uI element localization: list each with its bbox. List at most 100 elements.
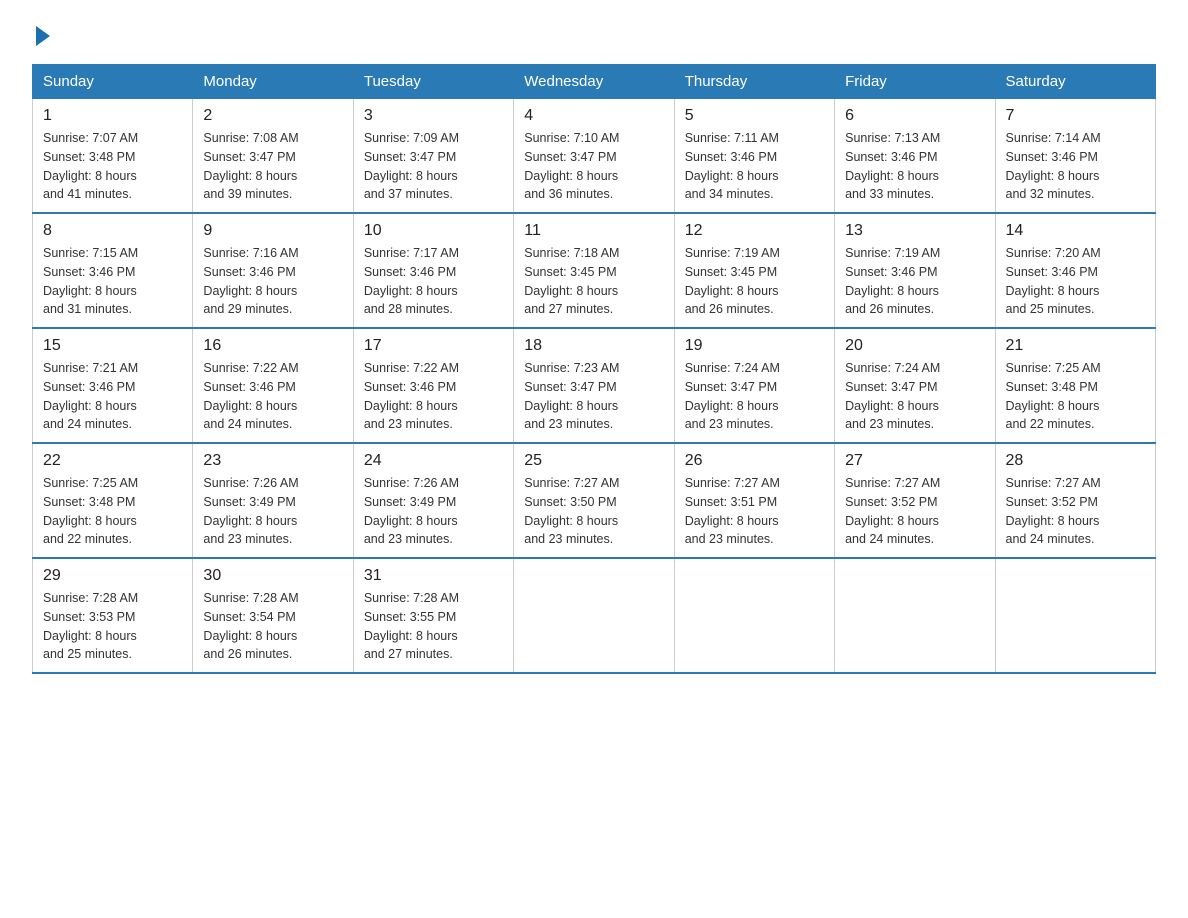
day-number: 26	[685, 452, 824, 470]
calendar-cell: 10 Sunrise: 7:17 AMSunset: 3:46 PMDaylig…	[353, 213, 513, 328]
day-info: Sunrise: 7:15 AMSunset: 3:46 PMDaylight:…	[43, 246, 138, 316]
day-number: 17	[364, 337, 503, 355]
day-number: 30	[203, 567, 342, 585]
calendar-cell: 29 Sunrise: 7:28 AMSunset: 3:53 PMDaylig…	[33, 558, 193, 673]
calendar-cell: 30 Sunrise: 7:28 AMSunset: 3:54 PMDaylig…	[193, 558, 353, 673]
day-info: Sunrise: 7:23 AMSunset: 3:47 PMDaylight:…	[524, 361, 619, 431]
day-info: Sunrise: 7:14 AMSunset: 3:46 PMDaylight:…	[1006, 131, 1101, 201]
calendar-cell: 25 Sunrise: 7:27 AMSunset: 3:50 PMDaylig…	[514, 443, 674, 558]
calendar-cell: 26 Sunrise: 7:27 AMSunset: 3:51 PMDaylig…	[674, 443, 834, 558]
calendar-cell: 20 Sunrise: 7:24 AMSunset: 3:47 PMDaylig…	[835, 328, 995, 443]
day-info: Sunrise: 7:10 AMSunset: 3:47 PMDaylight:…	[524, 131, 619, 201]
day-number: 20	[845, 337, 984, 355]
day-number: 6	[845, 107, 984, 125]
day-info: Sunrise: 7:13 AMSunset: 3:46 PMDaylight:…	[845, 131, 940, 201]
day-info: Sunrise: 7:21 AMSunset: 3:46 PMDaylight:…	[43, 361, 138, 431]
day-number: 29	[43, 567, 182, 585]
calendar-cell	[835, 558, 995, 673]
day-number: 27	[845, 452, 984, 470]
day-info: Sunrise: 7:08 AMSunset: 3:47 PMDaylight:…	[203, 131, 298, 201]
day-info: Sunrise: 7:24 AMSunset: 3:47 PMDaylight:…	[685, 361, 780, 431]
header-friday: Friday	[835, 65, 995, 99]
day-number: 16	[203, 337, 342, 355]
day-info: Sunrise: 7:09 AMSunset: 3:47 PMDaylight:…	[364, 131, 459, 201]
header-thursday: Thursday	[674, 65, 834, 99]
calendar-cell: 14 Sunrise: 7:20 AMSunset: 3:46 PMDaylig…	[995, 213, 1155, 328]
calendar-cell: 24 Sunrise: 7:26 AMSunset: 3:49 PMDaylig…	[353, 443, 513, 558]
day-number: 3	[364, 107, 503, 125]
day-info: Sunrise: 7:19 AMSunset: 3:45 PMDaylight:…	[685, 246, 780, 316]
calendar-cell: 16 Sunrise: 7:22 AMSunset: 3:46 PMDaylig…	[193, 328, 353, 443]
day-number: 5	[685, 107, 824, 125]
calendar-cell: 23 Sunrise: 7:26 AMSunset: 3:49 PMDaylig…	[193, 443, 353, 558]
calendar-cell: 18 Sunrise: 7:23 AMSunset: 3:47 PMDaylig…	[514, 328, 674, 443]
day-info: Sunrise: 7:26 AMSunset: 3:49 PMDaylight:…	[203, 476, 298, 546]
day-info: Sunrise: 7:27 AMSunset: 3:50 PMDaylight:…	[524, 476, 619, 546]
calendar-cell: 27 Sunrise: 7:27 AMSunset: 3:52 PMDaylig…	[835, 443, 995, 558]
calendar-cell	[514, 558, 674, 673]
day-number: 1	[43, 107, 182, 125]
calendar-week-row: 1 Sunrise: 7:07 AMSunset: 3:48 PMDayligh…	[33, 99, 1156, 214]
day-number: 11	[524, 222, 663, 240]
day-info: Sunrise: 7:22 AMSunset: 3:46 PMDaylight:…	[364, 361, 459, 431]
day-info: Sunrise: 7:20 AMSunset: 3:46 PMDaylight:…	[1006, 246, 1101, 316]
day-number: 25	[524, 452, 663, 470]
calendar-cell: 1 Sunrise: 7:07 AMSunset: 3:48 PMDayligh…	[33, 99, 193, 214]
calendar-cell: 8 Sunrise: 7:15 AMSunset: 3:46 PMDayligh…	[33, 213, 193, 328]
day-info: Sunrise: 7:19 AMSunset: 3:46 PMDaylight:…	[845, 246, 940, 316]
calendar-cell: 6 Sunrise: 7:13 AMSunset: 3:46 PMDayligh…	[835, 99, 995, 214]
day-info: Sunrise: 7:16 AMSunset: 3:46 PMDaylight:…	[203, 246, 298, 316]
day-info: Sunrise: 7:25 AMSunset: 3:48 PMDaylight:…	[1006, 361, 1101, 431]
day-number: 22	[43, 452, 182, 470]
page-header	[32, 24, 1156, 44]
day-info: Sunrise: 7:22 AMSunset: 3:46 PMDaylight:…	[203, 361, 298, 431]
calendar-week-row: 8 Sunrise: 7:15 AMSunset: 3:46 PMDayligh…	[33, 213, 1156, 328]
calendar-cell: 19 Sunrise: 7:24 AMSunset: 3:47 PMDaylig…	[674, 328, 834, 443]
header-tuesday: Tuesday	[353, 65, 513, 99]
day-number: 31	[364, 567, 503, 585]
header-saturday: Saturday	[995, 65, 1155, 99]
day-info: Sunrise: 7:27 AMSunset: 3:52 PMDaylight:…	[845, 476, 940, 546]
calendar-cell	[995, 558, 1155, 673]
day-number: 7	[1006, 107, 1145, 125]
header-sunday: Sunday	[33, 65, 193, 99]
calendar-table: SundayMondayTuesdayWednesdayThursdayFrid…	[32, 64, 1156, 674]
day-number: 9	[203, 222, 342, 240]
header-monday: Monday	[193, 65, 353, 99]
day-number: 2	[203, 107, 342, 125]
calendar-cell: 28 Sunrise: 7:27 AMSunset: 3:52 PMDaylig…	[995, 443, 1155, 558]
calendar-cell: 15 Sunrise: 7:21 AMSunset: 3:46 PMDaylig…	[33, 328, 193, 443]
calendar-cell: 13 Sunrise: 7:19 AMSunset: 3:46 PMDaylig…	[835, 213, 995, 328]
day-number: 15	[43, 337, 182, 355]
calendar-cell: 11 Sunrise: 7:18 AMSunset: 3:45 PMDaylig…	[514, 213, 674, 328]
calendar-week-row: 15 Sunrise: 7:21 AMSunset: 3:46 PMDaylig…	[33, 328, 1156, 443]
day-number: 21	[1006, 337, 1145, 355]
day-info: Sunrise: 7:11 AMSunset: 3:46 PMDaylight:…	[685, 131, 779, 201]
calendar-cell: 3 Sunrise: 7:09 AMSunset: 3:47 PMDayligh…	[353, 99, 513, 214]
calendar-cell: 12 Sunrise: 7:19 AMSunset: 3:45 PMDaylig…	[674, 213, 834, 328]
day-info: Sunrise: 7:28 AMSunset: 3:53 PMDaylight:…	[43, 591, 138, 661]
day-info: Sunrise: 7:17 AMSunset: 3:46 PMDaylight:…	[364, 246, 459, 316]
day-number: 10	[364, 222, 503, 240]
calendar-cell: 2 Sunrise: 7:08 AMSunset: 3:47 PMDayligh…	[193, 99, 353, 214]
day-info: Sunrise: 7:25 AMSunset: 3:48 PMDaylight:…	[43, 476, 138, 546]
day-info: Sunrise: 7:27 AMSunset: 3:51 PMDaylight:…	[685, 476, 780, 546]
calendar-cell: 5 Sunrise: 7:11 AMSunset: 3:46 PMDayligh…	[674, 99, 834, 214]
day-number: 4	[524, 107, 663, 125]
day-info: Sunrise: 7:28 AMSunset: 3:54 PMDaylight:…	[203, 591, 298, 661]
calendar-cell: 21 Sunrise: 7:25 AMSunset: 3:48 PMDaylig…	[995, 328, 1155, 443]
day-number: 19	[685, 337, 824, 355]
day-number: 28	[1006, 452, 1145, 470]
day-info: Sunrise: 7:18 AMSunset: 3:45 PMDaylight:…	[524, 246, 619, 316]
day-info: Sunrise: 7:28 AMSunset: 3:55 PMDaylight:…	[364, 591, 459, 661]
calendar-cell: 17 Sunrise: 7:22 AMSunset: 3:46 PMDaylig…	[353, 328, 513, 443]
calendar-cell	[674, 558, 834, 673]
header-wednesday: Wednesday	[514, 65, 674, 99]
day-info: Sunrise: 7:27 AMSunset: 3:52 PMDaylight:…	[1006, 476, 1101, 546]
logo	[32, 24, 50, 44]
day-number: 12	[685, 222, 824, 240]
day-number: 24	[364, 452, 503, 470]
day-number: 8	[43, 222, 182, 240]
calendar-week-row: 22 Sunrise: 7:25 AMSunset: 3:48 PMDaylig…	[33, 443, 1156, 558]
day-info: Sunrise: 7:26 AMSunset: 3:49 PMDaylight:…	[364, 476, 459, 546]
